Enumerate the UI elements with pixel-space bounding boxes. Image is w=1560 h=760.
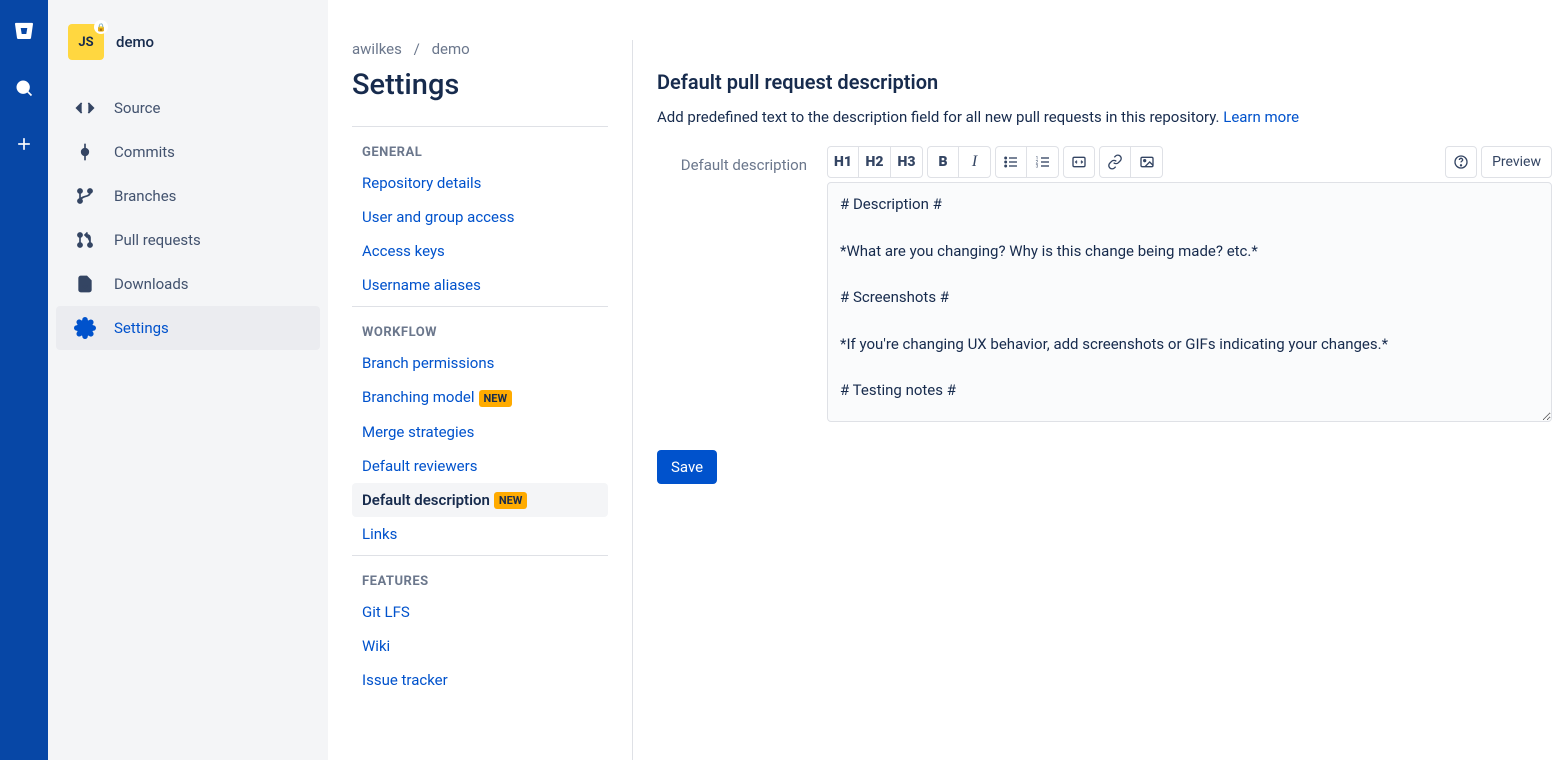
toolbar-style-group: B I [927, 146, 991, 178]
breadcrumb: awilkes / demo [352, 40, 608, 58]
editor-wrap: H1 H2 H3 B I 123 [827, 146, 1552, 426]
toolbar-list-group: 123 [995, 146, 1059, 178]
learn-more-link[interactable]: Learn more [1223, 108, 1299, 126]
settings-item-user-group[interactable]: User and group access [352, 200, 608, 234]
new-badge: NEW [479, 390, 513, 407]
download-icon [74, 273, 96, 295]
breadcrumb-repo[interactable]: demo [432, 40, 470, 58]
toolbar-h3-button[interactable]: H3 [891, 146, 923, 178]
settings-link[interactable]: Wiki [362, 637, 390, 655]
section-features-list: Git LFS Wiki Issue tracker [352, 595, 608, 697]
commit-icon [74, 141, 96, 163]
toolbar-ol-button[interactable]: 123 [1027, 146, 1059, 178]
section-general-header: GENERAL [352, 126, 608, 166]
breadcrumb-owner[interactable]: awilkes [352, 40, 402, 58]
branch-icon [74, 185, 96, 207]
settings-item-username-aliases[interactable]: Username aliases [352, 268, 608, 302]
settings-item-repo-details[interactable]: Repository details [352, 166, 608, 200]
settings-item-merge-strategies[interactable]: Merge strategies [352, 415, 608, 449]
sidebar-label: Branches [114, 187, 176, 205]
repo-name: demo [116, 33, 154, 51]
svg-text:3: 3 [1035, 163, 1038, 169]
toolbar-headings-group: H1 H2 H3 [827, 146, 923, 178]
sidebar-item-settings[interactable]: Settings [56, 306, 320, 350]
create-plus-icon[interactable] [8, 128, 40, 160]
settings-link[interactable]: Default description [362, 491, 490, 509]
settings-link[interactable]: Username aliases [362, 276, 481, 294]
settings-link[interactable]: Access keys [362, 242, 445, 260]
toolbar-italic-button[interactable]: I [959, 146, 991, 178]
code-icon [74, 97, 96, 119]
settings-link[interactable]: Repository details [362, 174, 481, 192]
sidebar-label: Pull requests [114, 231, 201, 249]
sidebar-item-downloads[interactable]: Downloads [56, 262, 320, 306]
section-general-list: Repository details User and group access… [352, 166, 608, 302]
settings-item-issue-tracker[interactable]: Issue tracker [352, 663, 608, 697]
settings-link[interactable]: Issue tracker [362, 671, 448, 689]
settings-item-links[interactable]: Links [352, 517, 608, 551]
breadcrumb-sep: / [414, 40, 420, 58]
editor-toolbar: H1 H2 H3 B I 123 [827, 146, 1552, 178]
gear-icon [74, 317, 96, 339]
toolbar-h2-button[interactable]: H2 [859, 146, 891, 178]
sidebar-item-branches[interactable]: Branches [56, 174, 320, 218]
sidebar-item-commits[interactable]: Commits [56, 130, 320, 174]
page-title: Settings [352, 68, 608, 102]
toolbar-code-button[interactable] [1063, 146, 1095, 178]
new-badge: NEW [494, 492, 528, 509]
form-label: Default description [657, 146, 807, 174]
settings-item-access-keys[interactable]: Access keys [352, 234, 608, 268]
sidebar-nav: Source Commits Branches Pull requests Do… [56, 78, 320, 350]
settings-item-default-description[interactable]: Default descriptionNEW [352, 483, 608, 518]
section-workflow-list: Branch permissions Branching modelNEW Me… [352, 346, 608, 551]
toolbar-image-button[interactable] [1131, 146, 1163, 178]
sidebar-item-pullrequests[interactable]: Pull requests [56, 218, 320, 262]
form-row: Default description H1 H2 H3 B I [657, 146, 1552, 426]
settings-item-wiki[interactable]: Wiki [352, 629, 608, 663]
settings-link[interactable]: User and group access [362, 208, 514, 226]
repo-icon-text: JS [78, 35, 93, 50]
section-features-header: FEATURES [352, 555, 608, 595]
toolbar-help-button[interactable] [1445, 146, 1477, 178]
main-heading: Default pull request description [657, 70, 1552, 94]
toolbar-preview-button[interactable]: Preview [1481, 146, 1552, 178]
sidebar-label: Commits [114, 143, 175, 161]
toolbar-bold-button[interactable]: B [927, 146, 959, 178]
sidebar-item-source[interactable]: Source [56, 86, 320, 130]
settings-link[interactable]: Branching model [362, 388, 475, 406]
settings-item-default-reviewers[interactable]: Default reviewers [352, 449, 608, 483]
main-description: Add predefined text to the description f… [657, 108, 1552, 126]
settings-item-branch-permissions[interactable]: Branch permissions [352, 346, 608, 380]
toolbar-link-image-group [1099, 146, 1163, 178]
sidebar: JS 🔒 demo Source Commits Branches [48, 0, 328, 760]
content: awilkes / demo Settings GENERAL Reposito… [328, 0, 1560, 760]
settings-link[interactable]: Links [362, 525, 397, 543]
repo-avatar: JS 🔒 [68, 24, 104, 60]
settings-nav: awilkes / demo Settings GENERAL Reposito… [352, 40, 608, 760]
repo-header: JS 🔒 demo [56, 24, 320, 78]
main: Default pull request description Add pre… [632, 40, 1560, 760]
sidebar-label: Source [114, 99, 160, 117]
toolbar-link-button[interactable] [1099, 146, 1131, 178]
global-nav [0, 0, 48, 760]
sidebar-label: Settings [114, 319, 169, 337]
settings-item-git-lfs[interactable]: Git LFS [352, 595, 608, 629]
desc-text: Add predefined text to the description f… [657, 108, 1223, 126]
toolbar-h1-button[interactable]: H1 [827, 146, 859, 178]
description-textarea[interactable] [827, 182, 1552, 422]
search-icon[interactable] [8, 72, 40, 104]
settings-link[interactable]: Default reviewers [362, 457, 477, 475]
settings-link[interactable]: Git LFS [362, 603, 410, 621]
pullrequest-icon [74, 229, 96, 251]
settings-link[interactable]: Merge strategies [362, 423, 474, 441]
toolbar-ul-button[interactable] [995, 146, 1027, 178]
settings-item-branching-model[interactable]: Branching modelNEW [352, 380, 608, 415]
section-workflow-header: WORKFLOW [352, 306, 608, 346]
save-button[interactable]: Save [657, 450, 717, 484]
sidebar-label: Downloads [114, 275, 189, 293]
lock-icon: 🔒 [94, 20, 108, 34]
settings-link[interactable]: Branch permissions [362, 354, 494, 372]
bitbucket-logo-icon[interactable] [8, 16, 40, 48]
